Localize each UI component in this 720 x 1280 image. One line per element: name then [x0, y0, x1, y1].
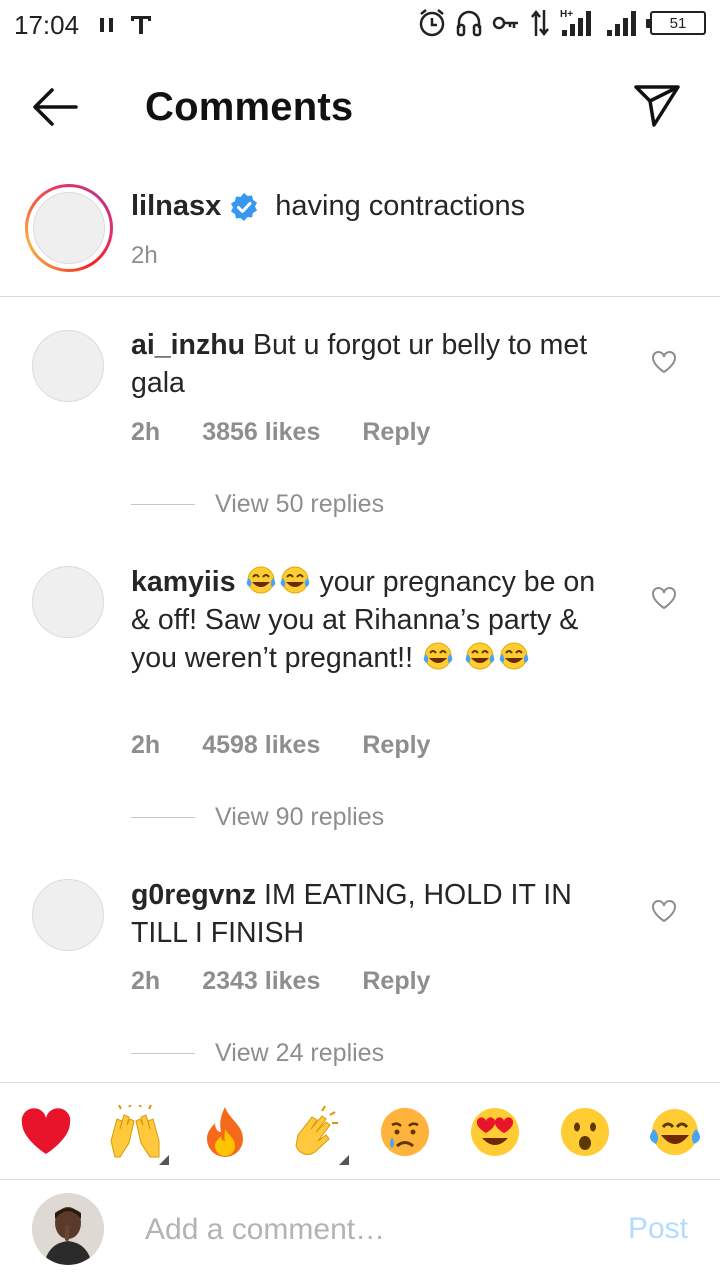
battery-level: 51 [669, 14, 687, 32]
emoji-reaction-bar [0, 1082, 720, 1180]
key-icon [492, 16, 518, 30]
post-button[interactable]: Post [628, 1212, 688, 1246]
comment-username[interactable]: kamyiis [131, 566, 236, 598]
like-heart-icon[interactable] [651, 899, 677, 923]
heart-eyes-face-icon [471, 1108, 519, 1156]
comment-text: kamyiis your pregnancy be on & off! Saw … [131, 563, 611, 677]
comment-text: g0regvnz IM EATING, HOLD IT IN TILL I FI… [131, 876, 601, 952]
comment-time: 2h [131, 731, 161, 759]
status-bar: 17:04 H+ 51 [0, 0, 720, 50]
battery-icon: 51 [646, 11, 706, 35]
paper-plane-icon [634, 85, 680, 127]
comment-likes[interactable]: 2343 likes [202, 967, 320, 996]
fire-icon [207, 1107, 243, 1157]
status-left-icons [99, 13, 153, 37]
emoji-button-raising-hands[interactable] [105, 1103, 169, 1165]
comment-username[interactable]: ai_inzhu [131, 329, 245, 361]
caption-body: having contractions [275, 190, 526, 222]
caption-username[interactable]: lilnasx [131, 190, 221, 223]
emoji-button-red-heart[interactable] [16, 1103, 76, 1161]
back-arrow-icon [33, 88, 78, 126]
divider [131, 817, 195, 818]
raising-hands-icon [110, 1105, 160, 1158]
verified-badge-icon [231, 192, 258, 221]
emoji-button-astonished[interactable] [555, 1103, 615, 1161]
profile-photo-icon [32, 1193, 104, 1265]
headphones-icon [456, 10, 482, 37]
comment-time: 2h [131, 967, 161, 995]
divider [131, 504, 195, 505]
comment-meta: 2h 2343 likes Reply [131, 967, 430, 996]
avatar[interactable] [32, 330, 104, 402]
reply-button[interactable]: Reply [362, 418, 430, 447]
comment-meta: 2h 3856 likes Reply [131, 418, 430, 447]
comment-username[interactable]: g0regvnz [131, 879, 256, 911]
view-replies-button[interactable]: View 50 replies [131, 490, 384, 519]
avatar [33, 192, 105, 264]
pause-icon [100, 18, 114, 32]
signal-hplus-icon: H+ [560, 9, 591, 36]
tears-of-joy-emoji-icon [423, 642, 453, 670]
comment-input[interactable] [145, 1210, 585, 1250]
add-comment-bar: Post [0, 1180, 720, 1280]
emoji-button-fire[interactable] [195, 1103, 255, 1161]
tears-of-joy-emoji-icon [280, 566, 309, 594]
my-avatar [32, 1193, 104, 1265]
emoji-button-tears-of-joy[interactable] [645, 1103, 705, 1161]
status-time: 17:04 [14, 9, 80, 40]
comment-likes[interactable]: 3856 likes [202, 418, 320, 447]
alarm-icon [419, 9, 445, 37]
tears-of-joy-emoji-icon [465, 642, 495, 670]
like-heart-icon[interactable] [651, 350, 677, 374]
caption-avatar-story-ring[interactable] [25, 184, 113, 272]
like-heart-icon[interactable] [651, 586, 677, 610]
comment-time: 2h [131, 418, 161, 446]
view-replies-label: View 90 replies [215, 803, 385, 831]
page-title: Comments [145, 85, 354, 129]
caption-time: 2h [131, 242, 158, 269]
reply-button[interactable]: Reply [362, 731, 430, 760]
tears-of-joy-emoji-icon [246, 566, 275, 594]
t-icon [131, 16, 152, 34]
header: Comments [0, 55, 720, 160]
red-heart-icon [21, 1108, 71, 1154]
signal-icon [607, 11, 636, 36]
data-arrows-icon [531, 9, 549, 37]
tears-of-joy-face-icon [649, 1109, 701, 1155]
comment-text: ai_inzhu But u forgot ur belly to met ga… [131, 326, 601, 402]
tears-of-joy-emoji-icon [499, 642, 529, 670]
svg-text:H+: H+ [560, 9, 573, 20]
emoji-button-clapping-hands[interactable] [285, 1103, 349, 1165]
emoji-button-heart-eyes[interactable] [465, 1103, 525, 1161]
caption-text: lilnasx having contractions [131, 190, 525, 223]
view-replies-button[interactable]: View 24 replies [131, 1039, 384, 1068]
crying-face-icon [381, 1108, 429, 1156]
view-replies-label: View 24 replies [215, 1039, 385, 1067]
avatar[interactable] [32, 566, 104, 638]
avatar[interactable] [32, 879, 104, 951]
back-button[interactable] [30, 85, 80, 129]
view-replies-label: View 50 replies [215, 490, 385, 518]
divider [131, 1053, 195, 1054]
status-right-icons: H+ 51 [418, 8, 706, 38]
comment-meta: 2h 4598 likes Reply [131, 731, 430, 760]
emoji-button-crying-face[interactable] [375, 1103, 435, 1161]
clapping-hands-icon [295, 1105, 338, 1155]
astonished-face-icon [561, 1108, 609, 1156]
share-button[interactable] [632, 79, 682, 129]
view-replies-button[interactable]: View 90 replies [131, 803, 384, 832]
comment-likes[interactable]: 4598 likes [202, 731, 320, 760]
post-caption: lilnasx having contractions 2h [0, 180, 720, 297]
reply-button[interactable]: Reply [362, 967, 430, 996]
